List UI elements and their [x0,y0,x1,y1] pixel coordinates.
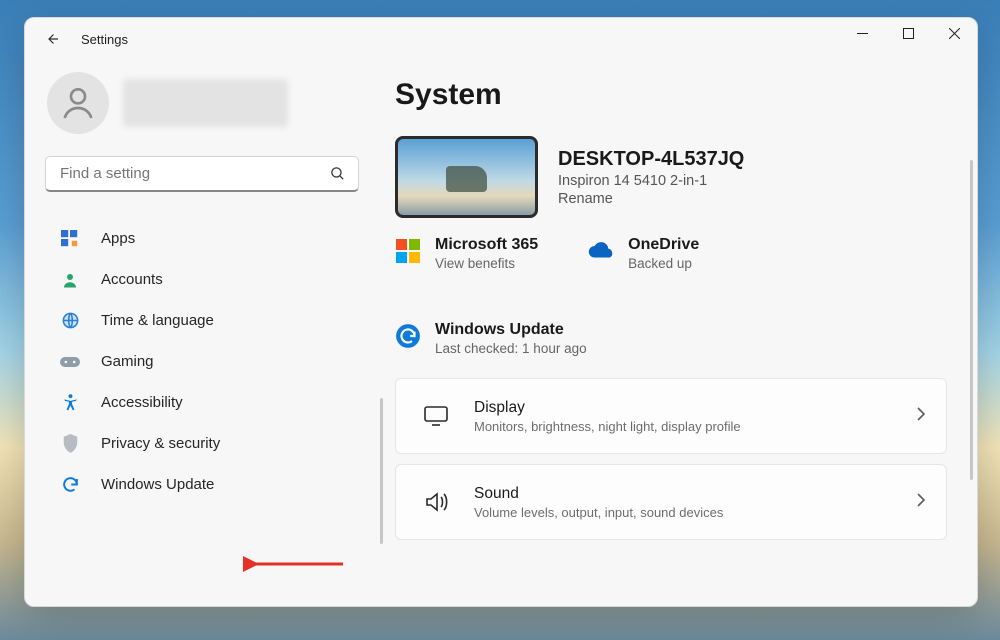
microsoft-logo-icon [395,238,421,264]
tile-title: Microsoft 365 [435,236,538,254]
update-icon [395,323,421,349]
settings-window: Settings Apps [24,17,978,607]
titlebar: Settings [25,18,977,60]
avatar [47,72,109,134]
maximize-icon [903,28,914,39]
card-sound[interactable]: Sound Volume levels, output, input, soun… [395,464,947,540]
device-wallpaper-thumbnail [395,136,538,218]
search-input[interactable] [46,165,358,182]
tile-title: Windows Update [435,321,587,339]
nav-item-gaming[interactable]: Gaming [45,341,353,382]
accessibility-icon [59,393,81,412]
rename-link[interactable]: Rename [558,191,744,207]
annotation-arrow-icon [243,556,353,572]
card-title: Display [474,399,741,417]
sidebar: Apps Accounts Time & language Gaming Acc… [25,60,365,606]
nav-list: Apps Accounts Time & language Gaming Acc… [45,218,353,505]
person-icon [58,83,98,123]
gamepad-icon [59,355,81,369]
sound-icon [422,491,450,513]
window-controls [839,18,977,48]
nav-label: Apps [101,230,135,247]
card-display[interactable]: Display Monitors, brightness, night ligh… [395,378,947,454]
user-profile[interactable] [47,68,353,138]
shield-icon [59,434,81,453]
tile-sub: Backed up [628,256,699,271]
tile-sub: Last checked: 1 hour ago [435,341,587,356]
window-title: Settings [81,32,128,47]
device-header: DESKTOP-4L537JQ Inspiron 14 5410 2-in-1 … [395,136,947,218]
onedrive-icon [588,238,614,264]
card-sub: Monitors, brightness, night light, displ… [474,419,741,434]
apps-icon [59,230,81,248]
tile-title: OneDrive [628,236,699,254]
person-icon [59,271,81,289]
nav-item-windows-update[interactable]: Windows Update [45,464,353,505]
card-title: Sound [474,485,723,503]
sidebar-scrollbar[interactable] [380,398,383,544]
close-icon [949,28,960,39]
main-scrollbar[interactable] [970,160,973,480]
settings-cards: Display Monitors, brightness, night ligh… [395,378,947,540]
search-icon [329,165,346,187]
search-box[interactable] [45,156,359,192]
minimize-button[interactable] [839,18,885,48]
nav-label: Accessibility [101,394,183,411]
display-icon [422,406,450,426]
nav-item-time-language[interactable]: Time & language [45,300,353,341]
back-button[interactable] [39,26,65,52]
nav-label: Accounts [101,271,163,288]
page-title: System [395,78,947,112]
update-icon [59,475,81,494]
nav-item-accounts[interactable]: Accounts [45,259,353,300]
user-name-redacted [123,79,288,127]
tile-microsoft-365[interactable]: Microsoft 365 View benefits [395,236,538,271]
device-model: Inspiron 14 5410 2-in-1 [558,173,744,189]
nav-item-apps[interactable]: Apps [45,218,353,259]
tile-windows-update[interactable]: Windows Update Last checked: 1 hour ago [395,321,947,356]
card-sub: Volume levels, output, input, sound devi… [474,505,723,520]
maximize-button[interactable] [885,18,931,48]
globe-icon [59,311,81,330]
chevron-right-icon [916,406,926,427]
main-pane: System DESKTOP-4L537JQ Inspiron 14 5410 … [365,60,977,606]
tile-sub: View benefits [435,256,538,271]
nav-item-accessibility[interactable]: Accessibility [45,382,353,423]
device-name: DESKTOP-4L537JQ [558,148,744,171]
chevron-right-icon [916,492,926,513]
nav-label: Privacy & security [101,435,220,452]
minimize-icon [857,28,868,39]
nav-label: Gaming [101,353,154,370]
tile-onedrive[interactable]: OneDrive Backed up [588,236,699,271]
status-tiles: Microsoft 365 View benefits OneDrive Bac… [395,236,947,356]
nav-item-privacy[interactable]: Privacy & security [45,423,353,464]
nav-label: Time & language [101,312,214,329]
arrow-left-icon [43,30,61,48]
nav-label: Windows Update [101,476,214,493]
close-button[interactable] [931,18,977,48]
